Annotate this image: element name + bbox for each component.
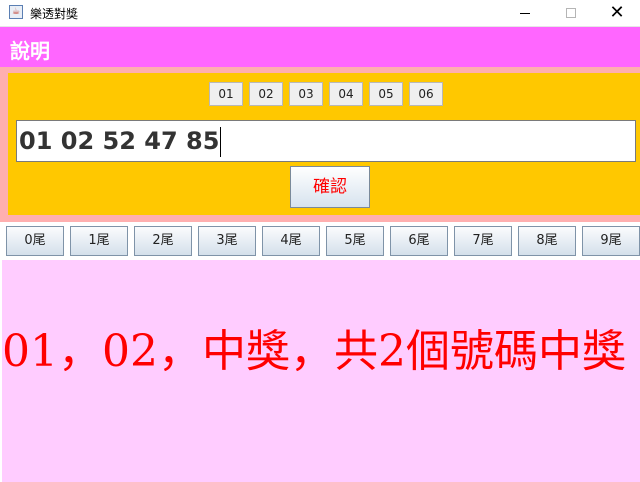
tail-button-0[interactable]: 0尾 bbox=[6, 226, 64, 256]
close-icon: ✕ bbox=[609, 2, 625, 23]
window-title: 樂透對獎 bbox=[30, 7, 79, 21]
text-caret bbox=[220, 127, 222, 157]
number-chip[interactable]: 02 bbox=[249, 82, 283, 106]
confirm-button[interactable]: 確認 bbox=[290, 166, 370, 208]
result-text: 01，02，中獎，共2個號碼中獎 bbox=[2, 326, 626, 377]
header-title[interactable]: 說明 bbox=[10, 35, 50, 64]
tail-button-4[interactable]: 4尾 bbox=[262, 226, 320, 256]
tail-button-6[interactable]: 6尾 bbox=[390, 226, 448, 256]
tail-button-1[interactable]: 1尾 bbox=[70, 226, 128, 256]
minimize-button[interactable] bbox=[502, 0, 548, 26]
number-chip[interactable]: 04 bbox=[329, 82, 363, 106]
tail-button-9[interactable]: 9尾 bbox=[582, 226, 640, 256]
tail-button-5[interactable]: 5尾 bbox=[326, 226, 384, 256]
tail-button-row: 0尾 1尾 2尾 3尾 4尾 5尾 6尾 7尾 8尾 9尾 bbox=[0, 222, 640, 260]
minimize-icon bbox=[520, 13, 530, 14]
close-button[interactable]: ✕ bbox=[594, 0, 640, 26]
tail-button-2[interactable]: 2尾 bbox=[134, 226, 192, 256]
numbers-input[interactable]: 01 02 52 47 85 bbox=[16, 120, 636, 162]
maximize-button[interactable] bbox=[548, 0, 594, 26]
result-area: 01，02，中獎，共2個號碼中獎 bbox=[2, 260, 640, 482]
tail-button-8[interactable]: 8尾 bbox=[518, 226, 576, 256]
tail-button-7[interactable]: 7尾 bbox=[454, 226, 512, 256]
window-title-bar: ☕ 樂透對獎 ✕ bbox=[0, 0, 640, 27]
maximize-icon bbox=[566, 8, 576, 18]
number-chip[interactable]: 01 bbox=[209, 82, 243, 106]
java-app-icon: ☕ bbox=[9, 5, 23, 19]
numbers-input-value: 01 02 52 47 85 bbox=[19, 127, 220, 155]
header-bar: 說明 bbox=[0, 27, 640, 67]
input-frame: 01 02 03 04 05 06 01 02 52 47 85 確認 bbox=[0, 67, 640, 222]
input-panel: 01 02 03 04 05 06 01 02 52 47 85 確認 bbox=[8, 73, 640, 215]
tail-button-3[interactable]: 3尾 bbox=[198, 226, 256, 256]
number-chip[interactable]: 03 bbox=[289, 82, 323, 106]
number-chip[interactable]: 06 bbox=[409, 82, 443, 106]
number-chip[interactable]: 05 bbox=[369, 82, 403, 106]
